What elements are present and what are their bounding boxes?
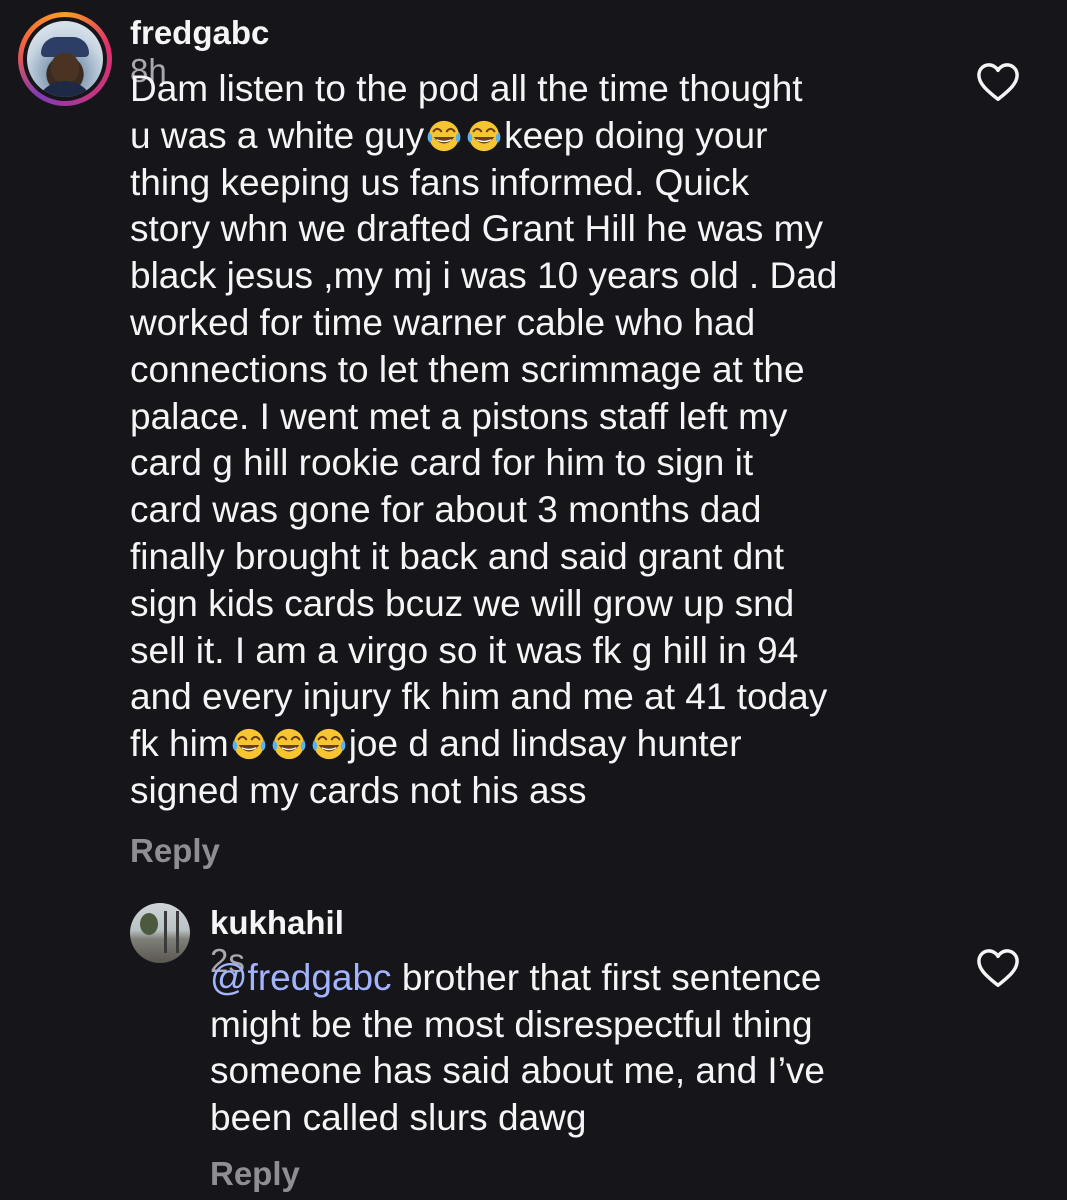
comment-body: @fredgabc brother that first sentence mi… — [210, 955, 970, 1141]
shirt-shape — [35, 81, 95, 97]
username[interactable]: fredgabc — [130, 14, 269, 51]
laughing-tears-emoji-icon — [312, 728, 346, 760]
heart-outline-icon[interactable] — [976, 948, 1020, 988]
pole-shape — [176, 911, 179, 953]
reply-button[interactable]: Reply — [130, 832, 220, 870]
tree-shape — [140, 913, 158, 935]
profile-photo — [27, 21, 103, 97]
avatar-fredgabc[interactable] — [18, 12, 112, 106]
pole-shape — [164, 911, 167, 953]
laughing-tears-emoji-icon — [467, 120, 501, 151]
mention-link[interactable]: @fredgabc — [210, 957, 392, 998]
comment-text: keep doing your thing keeping us fans in… — [130, 114, 838, 765]
face-shape — [51, 53, 79, 83]
comment-body: Dam listen to the pod all the time thoug… — [130, 66, 960, 815]
avatar-kukhahil[interactable] — [130, 903, 190, 963]
reply-button[interactable]: Reply — [210, 1155, 300, 1193]
username[interactable]: kukhahil — [210, 904, 344, 941]
laughing-tears-emoji-icon — [272, 728, 306, 760]
heart-outline-icon[interactable] — [976, 62, 1020, 102]
laughing-tears-emoji-icon — [427, 120, 461, 151]
laughing-tears-emoji-icon — [232, 728, 266, 760]
